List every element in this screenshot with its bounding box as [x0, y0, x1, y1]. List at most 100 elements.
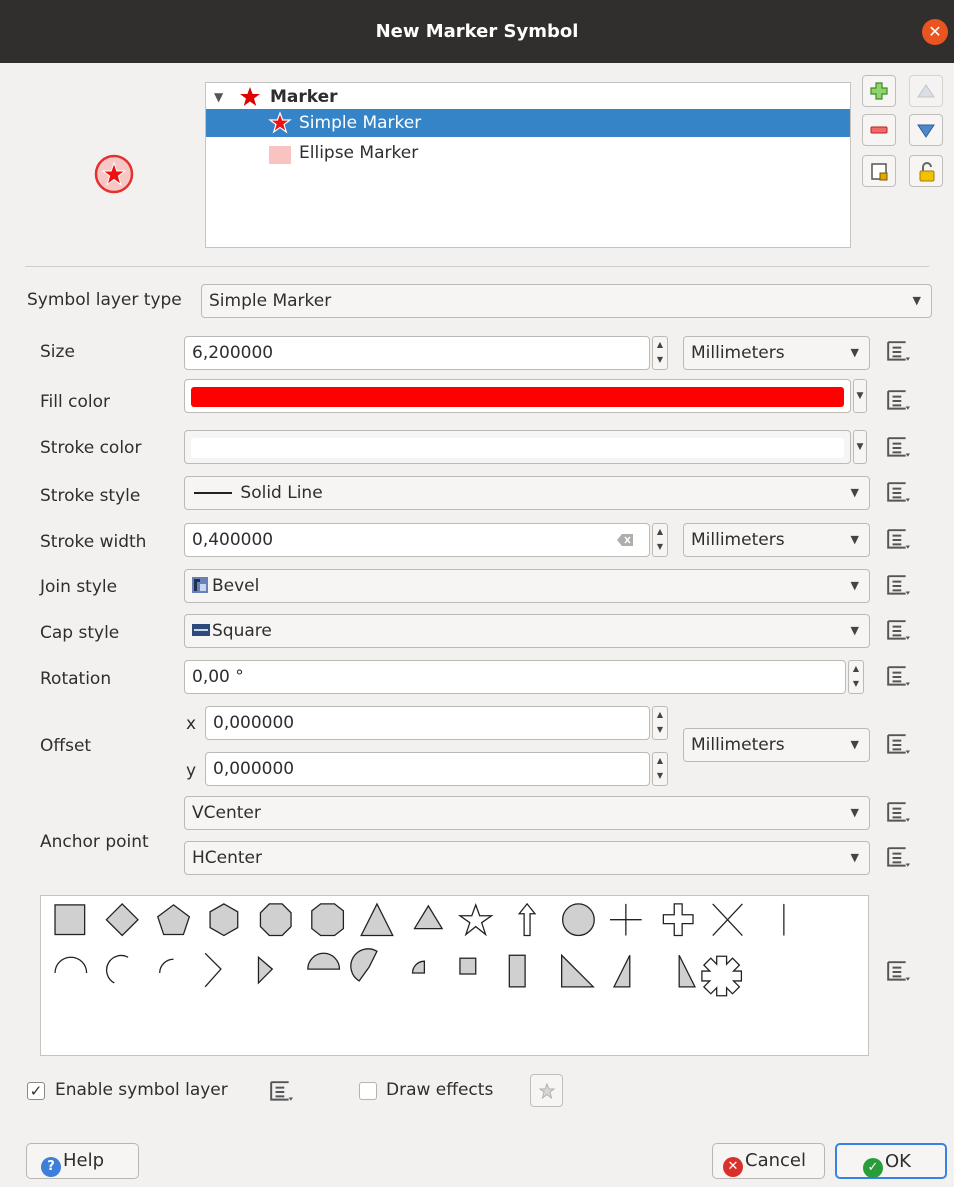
arrow-down-icon — [917, 124, 935, 138]
size-unit-value: Millimeters — [691, 343, 785, 363]
data-defined-override-icon[interactable] — [883, 801, 913, 825]
shape-arrowhead[interactable] — [204, 952, 222, 988]
cap-style-value: Square — [212, 621, 272, 641]
separator — [25, 266, 929, 267]
clear-icon[interactable] — [617, 534, 633, 546]
expand-arrow-icon[interactable]: ▼ — [214, 83, 223, 111]
stroke-color-button[interactable] — [184, 430, 851, 464]
symbol-layer-tree[interactable]: ▼ Marker Simple Marker Ellipse Marker — [205, 82, 851, 248]
shape-equilateral-triangle[interactable] — [413, 904, 444, 930]
fill-color-menu-button[interactable]: ▼ — [853, 379, 867, 413]
effects-settings-button[interactable] — [530, 1074, 563, 1107]
lock-layer-button[interactable] — [909, 155, 943, 187]
offset-y-input[interactable]: 0,000000 — [205, 752, 650, 786]
draw-effects-checkbox[interactable] — [359, 1082, 377, 1100]
data-defined-override-icon[interactable] — [883, 389, 913, 413]
move-up-button[interactable] — [909, 75, 943, 107]
size-spinner[interactable]: ▲ ▼ — [652, 336, 668, 370]
shape-filled-arrowhead[interactable] — [257, 955, 274, 985]
shape-circle[interactable] — [561, 903, 595, 937]
duplicate-layer-button[interactable] — [862, 155, 896, 187]
symbol-layer-type-select[interactable]: Simple Marker ▼ — [201, 284, 932, 318]
shape-decagon[interactable] — [311, 903, 345, 937]
chevron-down-icon: ▼ — [850, 579, 859, 592]
shape-quarter-circle[interactable] — [411, 960, 426, 974]
stroke-width-unit-value: Millimeters — [691, 530, 785, 550]
shape-left-half-triangle[interactable] — [678, 954, 697, 988]
arrow-up-icon — [917, 84, 935, 98]
stroke-color-swatch — [191, 438, 844, 458]
offset-unit-select[interactable]: Millimeters ▼ — [683, 728, 870, 762]
shape-semi-arc[interactable] — [54, 956, 88, 974]
shape-octagon[interactable] — [259, 903, 292, 937]
stroke-color-menu-button[interactable]: ▼ — [853, 430, 867, 464]
anchor-vertical-select[interactable]: VCenter ▼ — [184, 796, 870, 830]
close-button[interactable]: ✕ — [922, 19, 948, 45]
stroke-style-select[interactable]: Solid Line ▼ — [184, 476, 870, 510]
chevron-down-icon: ▼ — [912, 294, 921, 307]
stroke-width-input[interactable]: 0,400000 — [184, 523, 650, 557]
shape-half-circle[interactable] — [307, 952, 341, 970]
remove-layer-button[interactable] — [862, 114, 896, 146]
shape-asterisk-fill[interactable] — [701, 955, 743, 997]
symbol-layer-type-value: Simple Marker — [209, 291, 332, 311]
shape-pentagon[interactable] — [156, 904, 191, 936]
data-defined-override-icon[interactable] — [883, 436, 913, 460]
fill-color-swatch — [191, 387, 844, 407]
data-defined-override-icon[interactable] — [883, 528, 913, 552]
marker-shape-list[interactable] — [40, 895, 869, 1056]
anchor-horizontal-value: HCenter — [192, 848, 263, 868]
cancel-label: Cancel — [745, 1150, 806, 1171]
data-defined-override-icon[interactable] — [883, 574, 913, 598]
rotation-input[interactable]: 0,00 ° — [184, 660, 846, 694]
close-icon: ✕ — [928, 22, 942, 41]
stroke-width-unit-select[interactable]: Millimeters ▼ — [683, 523, 870, 557]
rotation-spinner[interactable]: ▲ ▼ — [848, 660, 864, 694]
shape-quarter-arc[interactable] — [159, 958, 174, 974]
data-defined-override-icon[interactable] — [883, 846, 913, 870]
anchor-horizontal-select[interactable]: HCenter ▼ — [184, 841, 870, 875]
data-defined-override-icon[interactable] — [883, 665, 913, 689]
shape-half-square[interactable] — [508, 954, 526, 988]
cancel-button[interactable]: ✕ Cancel — [712, 1143, 825, 1179]
offset-unit-value: Millimeters — [691, 735, 785, 755]
offset-y-spinner[interactable]: ▲ ▼ — [652, 752, 668, 786]
offset-x-spinner[interactable]: ▲ ▼ — [652, 706, 668, 740]
data-defined-override-icon[interactable] — [883, 481, 913, 505]
shape-third-arc[interactable] — [105, 954, 129, 984]
move-down-button[interactable] — [909, 114, 943, 146]
data-defined-override-icon[interactable] — [883, 733, 913, 757]
tree-item-ellipse-marker[interactable]: Ellipse Marker — [206, 139, 850, 167]
shape-star[interactable] — [457, 903, 494, 937]
join-style-select[interactable]: Bevel ▼ — [184, 569, 870, 603]
shape-hexagon[interactable] — [209, 903, 239, 937]
data-defined-override-icon[interactable] — [883, 960, 913, 984]
size-label: Size — [40, 342, 75, 362]
size-unit-select[interactable]: Millimeters ▼ — [683, 336, 870, 370]
shape-arrow[interactable] — [517, 902, 537, 937]
tree-item-marker[interactable]: ▼ Marker — [206, 83, 850, 111]
enable-layer-checkbox[interactable]: ✓ — [27, 1082, 45, 1100]
shape-cross2[interactable] — [712, 903, 743, 936]
tree-item-simple-marker[interactable]: Simple Marker — [206, 109, 850, 137]
data-defined-override-icon[interactable] — [883, 340, 913, 364]
shape-cross-fill[interactable] — [662, 903, 694, 937]
offset-x-input[interactable]: 0,000000 — [205, 706, 650, 740]
help-button[interactable]: ? Help — [26, 1143, 139, 1179]
shape-diamond[interactable] — [105, 902, 139, 937]
shape-triangle[interactable] — [360, 902, 394, 937]
enable-layer-override-icon[interactable] — [266, 1080, 296, 1104]
shape-diagonal-half-square[interactable] — [561, 953, 595, 988]
fill-color-button[interactable] — [184, 379, 851, 413]
stroke-width-spinner[interactable]: ▲ ▼ — [652, 523, 668, 557]
shape-quarter-square[interactable] — [459, 957, 477, 975]
data-defined-override-icon[interactable] — [883, 619, 913, 643]
cap-style-select[interactable]: Square ▼ — [184, 614, 870, 648]
shape-third-circle[interactable] — [350, 948, 378, 982]
shape-square[interactable] — [54, 904, 86, 936]
shape-cross[interactable] — [610, 903, 642, 936]
size-input[interactable]: 6,200000 — [184, 336, 650, 370]
add-layer-button[interactable] — [862, 75, 896, 107]
ok-button[interactable]: ✓ OK — [835, 1143, 947, 1179]
shape-right-half-triangle[interactable] — [612, 954, 631, 988]
